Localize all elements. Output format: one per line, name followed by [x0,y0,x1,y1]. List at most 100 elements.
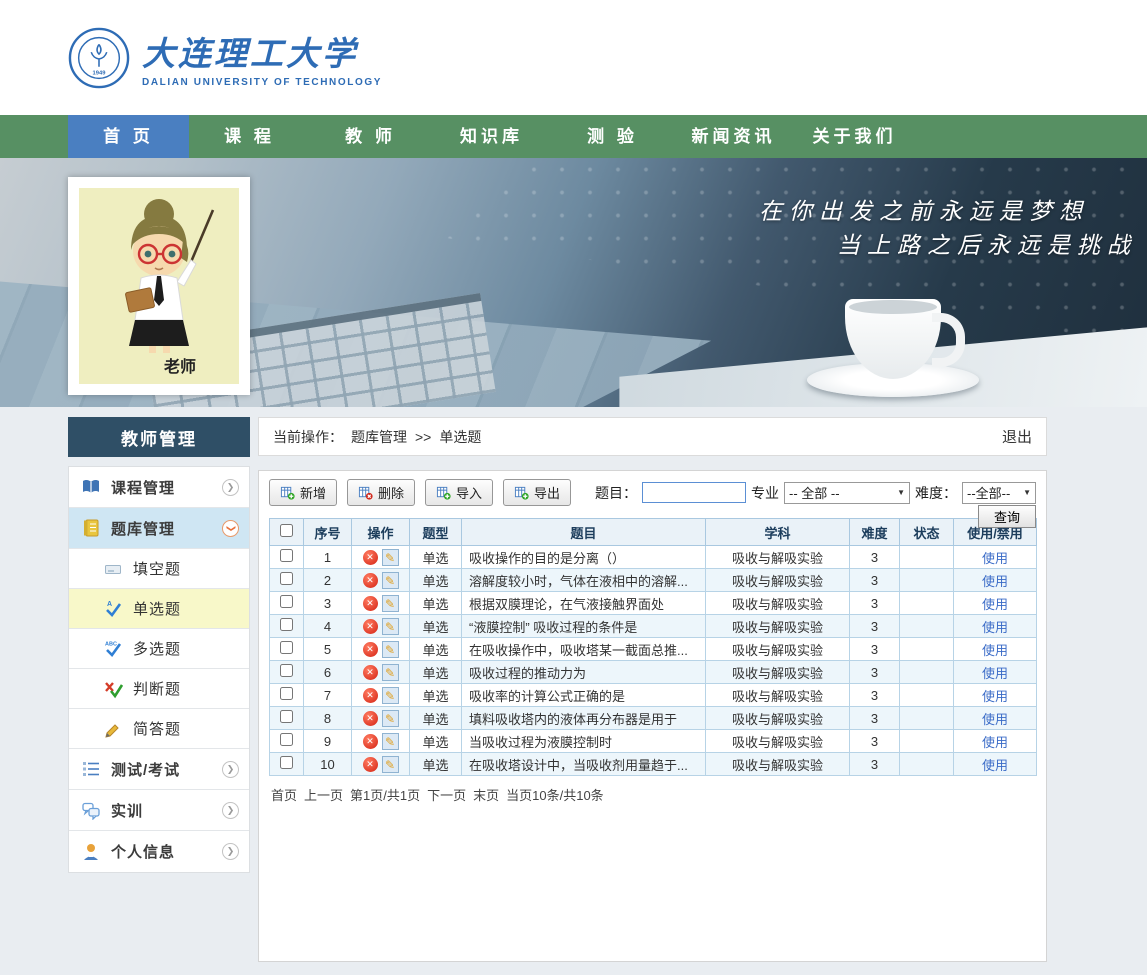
row-checkbox[interactable] [280,733,293,746]
sidebar-item-personal-info[interactable]: 个人信息 ❯ [69,831,249,872]
header-ops: 操作 [352,519,410,546]
top-header: 1949 大连理工大学 DALIAN UNIVERSITY OF TECHNOL… [0,0,1147,115]
fill-blank-icon [103,559,123,579]
row-checkbox[interactable] [280,710,293,723]
sidebar-item-course-management[interactable]: 课程管理 ❯ [69,467,249,508]
logout-button[interactable]: 退出 [1002,426,1032,447]
nav-item-knowledge[interactable]: 知识库 [431,115,552,158]
breadcrumb-separator: >> [415,429,431,445]
select-arrow-icon: ▼ [1023,488,1031,497]
difficulty-filter-label: 难度： [915,483,957,503]
single-choice-icon: A [103,599,123,619]
use-link[interactable]: 使用 [982,551,1008,566]
edit-row-icon[interactable]: ✎ [382,710,399,727]
breadcrumb-parent[interactable]: 题库管理 [351,427,407,447]
delete-row-icon[interactable]: ✕ [363,734,378,749]
sidebar-item-training[interactable]: 实训 ❯ [69,790,249,831]
row-checkbox[interactable] [280,687,293,700]
export-button[interactable]: 导出 [503,479,571,506]
delete-button[interactable]: 删除 [347,479,415,506]
delete-row-icon[interactable]: ✕ [363,642,378,657]
use-link[interactable]: 使用 [982,643,1008,658]
edit-row-icon[interactable]: ✎ [382,641,399,658]
delete-row-icon[interactable]: ✕ [363,596,378,611]
svg-text:1949: 1949 [93,70,107,76]
pagination-prev[interactable]: 上一页 [304,785,343,804]
edit-row-icon[interactable]: ✎ [382,595,399,612]
judge-icon [103,679,123,699]
nav-item-home[interactable]: 首 页 [68,115,189,158]
delete-row-icon[interactable]: ✕ [363,757,378,772]
table-row: 8 ✕✎ 单选 填料吸收塔内的液体再分布器是用于 吸收与解吸实验 3 使用 [270,707,1037,730]
use-link[interactable]: 使用 [982,689,1008,704]
use-link[interactable]: 使用 [982,620,1008,635]
pagination: 首页 上一页 第1页/共1页 下一页 末页 当页10条/共10条 [269,785,1036,804]
nav-item-teachers[interactable]: 教 师 [310,115,431,158]
sidebar-item-fill-blank[interactable]: 填空题 [69,549,249,589]
delete-row-icon[interactable]: ✕ [363,711,378,726]
sidebar-item-single-choice[interactable]: A 单选题 [69,589,249,629]
nav-item-tests[interactable]: 测 验 [552,115,673,158]
use-link[interactable]: 使用 [982,735,1008,750]
delete-row-icon[interactable]: ✕ [363,573,378,588]
delete-row-icon[interactable]: ✕ [363,550,378,565]
row-checkbox[interactable] [280,641,293,654]
delete-row-icon[interactable]: ✕ [363,619,378,634]
sidebar-item-judge[interactable]: 判断题 [69,669,249,709]
header-subject: 学科 [706,519,850,546]
search-button[interactable]: 查询 [978,505,1036,528]
delete-row-icon[interactable]: ✕ [363,688,378,703]
sidebar-item-multi-choice[interactable]: ABC 多选题 [69,629,249,669]
svg-text:A: A [107,601,112,608]
sidebar-item-question-bank[interactable]: 题库管理 ❯ [69,508,249,549]
use-link[interactable]: 使用 [982,597,1008,612]
use-link[interactable]: 使用 [982,666,1008,681]
table-row: 10 ✕✎ 单选 在吸收塔设计中，当吸收剂用量趋于... 吸收与解吸实验 3 使… [270,753,1037,776]
pagination-last[interactable]: 末页 [473,785,499,804]
chevron-right-icon: ❯ [222,479,239,496]
sidebar-item-short-answer[interactable]: 简答题 [69,709,249,749]
edit-row-icon[interactable]: ✎ [382,549,399,566]
sidebar-item-test-exam[interactable]: 测试/考试 ❯ [69,749,249,790]
training-chat-icon [81,800,101,820]
row-checkbox[interactable] [280,664,293,677]
chevron-right-icon: ❯ [222,802,239,819]
pagination-first[interactable]: 首页 [271,785,297,804]
university-name-en: DALIAN UNIVERSITY OF TECHNOLOGY [142,77,382,88]
edit-row-icon[interactable]: ✎ [382,756,399,773]
table-export-icon [514,485,529,500]
difficulty-select[interactable]: --全部-- ▼ [962,482,1036,504]
pagination-next[interactable]: 下一页 [427,785,466,804]
delete-row-icon[interactable]: ✕ [363,665,378,680]
row-checkbox[interactable] [280,756,293,769]
nav-item-news[interactable]: 新闻资讯 [673,115,794,158]
row-checkbox[interactable] [280,549,293,562]
use-link[interactable]: 使用 [982,712,1008,727]
nav-item-about[interactable]: 关于我们 [794,115,915,158]
sidebar: 教师管理 课程管理 ❯ 题库管理 ❯ [68,417,250,873]
row-checkbox[interactable] [280,595,293,608]
short-answer-icon [103,719,123,739]
nav-item-courses[interactable]: 课 程 [189,115,310,158]
import-button[interactable]: 导入 [425,479,493,506]
row-checkbox[interactable] [280,618,293,631]
edit-row-icon[interactable]: ✎ [382,687,399,704]
edit-row-icon[interactable]: ✎ [382,664,399,681]
select-arrow-icon: ▼ [897,488,905,497]
teacher-name-label: 老师 [164,353,196,377]
select-all-cell [270,519,304,546]
select-all-checkbox[interactable] [280,524,293,537]
use-link[interactable]: 使用 [982,758,1008,773]
table-row: 3 ✕✎ 单选 根据双膜理论，在气液接触界面处 吸收与解吸实验 3 使用 [270,592,1037,615]
edit-row-icon[interactable]: ✎ [382,572,399,589]
add-button[interactable]: 新增 [269,479,337,506]
use-link[interactable]: 使用 [982,574,1008,589]
edit-row-icon[interactable]: ✎ [382,733,399,750]
edit-row-icon[interactable]: ✎ [382,618,399,635]
major-select[interactable]: -- 全部 -- ▼ [784,482,910,504]
title-search-input[interactable] [642,482,746,503]
chevron-right-icon: ❯ [222,843,239,860]
profile-person-icon [81,842,101,862]
table-import-icon [436,485,451,500]
row-checkbox[interactable] [280,572,293,585]
